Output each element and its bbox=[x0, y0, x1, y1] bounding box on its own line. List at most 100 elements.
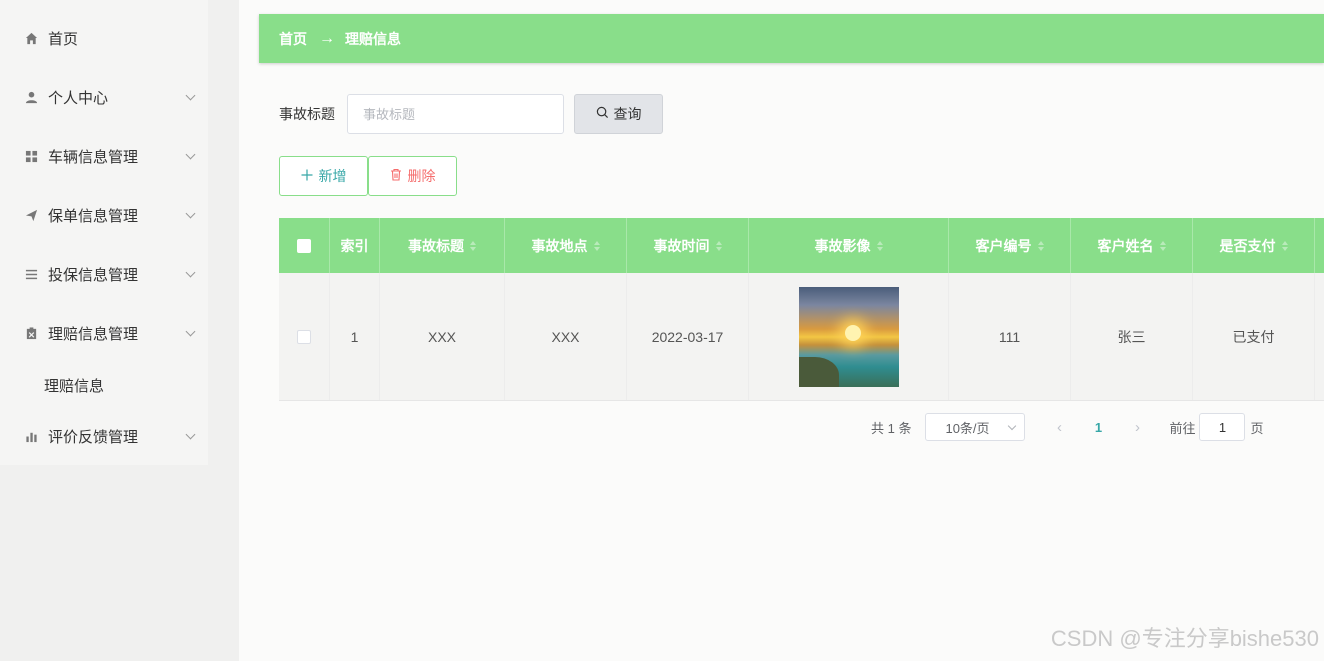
page-size-select[interactable]: 10条/页 bbox=[925, 413, 1026, 441]
sort-icon[interactable] bbox=[593, 240, 600, 251]
clipboard-icon bbox=[24, 327, 38, 341]
chevron-down-icon bbox=[185, 429, 196, 439]
add-button-label: 新增 bbox=[318, 168, 347, 184]
sidebar-item-label: 评价反馈管理 bbox=[48, 429, 139, 446]
chevron-down-icon bbox=[185, 326, 196, 336]
column-header-paid[interactable]: 是否支付 bbox=[1193, 218, 1315, 273]
search-icon bbox=[596, 106, 609, 122]
search-button[interactable]: 查询 bbox=[574, 94, 663, 134]
search-input[interactable] bbox=[347, 94, 564, 134]
sidebar-item-label: 理赔信息管理 bbox=[48, 326, 139, 343]
image-sun bbox=[844, 324, 861, 341]
column-header-location[interactable]: 事故地点 bbox=[505, 218, 627, 273]
pagination: 共 1 条 10条/页 ‹ 1 › 前往 页 bbox=[871, 413, 1264, 441]
image-rock bbox=[798, 356, 839, 387]
list-icon bbox=[24, 268, 38, 282]
bar-chart-icon bbox=[24, 430, 38, 444]
claims-table: 索引 事故标题 事故地点 事故时间 事故影像 客户编号 客户姓名 是否支付 1 … bbox=[279, 218, 1324, 401]
sidebar-item-label: 个人中心 bbox=[48, 90, 109, 107]
chevron-down-icon bbox=[185, 90, 196, 100]
table-row: 1 XXX XXX 2022-03-17 111 张三 已支付 bbox=[279, 273, 1324, 401]
column-header-label: 事故标题 bbox=[408, 237, 464, 254]
goto-page-input[interactable] bbox=[1199, 413, 1246, 441]
watermark: CSDN @专注分享bishe530 bbox=[1050, 626, 1319, 651]
column-header-title[interactable]: 事故标题 bbox=[380, 218, 505, 273]
breadcrumb: 首页 → 理赔信息 bbox=[259, 14, 1324, 63]
column-header-label: 是否支付 bbox=[1219, 237, 1276, 254]
column-header-label: 事故影像 bbox=[814, 237, 871, 254]
user-icon bbox=[24, 91, 38, 105]
column-header-customer-name[interactable]: 客户姓名 bbox=[1071, 218, 1193, 273]
cell-customer-name: 张三 bbox=[1071, 273, 1193, 400]
accident-image[interactable] bbox=[798, 286, 899, 387]
column-header-label: 索引 bbox=[340, 237, 369, 254]
cell-index: 1 bbox=[330, 273, 380, 400]
table-header: 索引 事故标题 事故地点 事故时间 事故影像 客户编号 客户姓名 是否支付 bbox=[279, 218, 1324, 273]
column-header-label: 客户姓名 bbox=[1097, 237, 1154, 254]
sidebar-subitem-claims-info[interactable]: 理赔信息 bbox=[0, 361, 208, 409]
goto-label: 前往 bbox=[1169, 420, 1196, 436]
send-icon bbox=[24, 209, 38, 223]
cell-extra bbox=[1315, 273, 1324, 400]
home-icon bbox=[24, 32, 38, 46]
cell-image bbox=[749, 273, 949, 400]
sidebar-subitem-label: 理赔信息 bbox=[44, 377, 105, 395]
pagination-total: 共 1 条 bbox=[871, 420, 912, 436]
delete-button-label: 删除 bbox=[407, 168, 436, 184]
sidebar-item-vehicle[interactable]: 车辆信息管理 bbox=[0, 127, 208, 186]
sidebar-item-home[interactable]: 首页 bbox=[0, 9, 208, 68]
sidebar-item-label: 投保信息管理 bbox=[48, 267, 139, 284]
sort-icon[interactable] bbox=[1159, 240, 1166, 251]
chevron-down-icon bbox=[185, 208, 196, 218]
chevron-down-icon bbox=[185, 149, 196, 159]
chevron-down-icon bbox=[1008, 421, 1017, 431]
sidebar-item-claims[interactable]: 理赔信息管理 bbox=[0, 304, 208, 363]
cell-customer-no: 111 bbox=[949, 273, 1071, 400]
chevron-down-icon bbox=[185, 267, 196, 277]
sort-icon[interactable] bbox=[876, 240, 883, 251]
search-label: 事故标题 bbox=[279, 106, 335, 122]
column-header-label: 事故地点 bbox=[531, 237, 588, 254]
next-page-icon[interactable]: › bbox=[1123, 413, 1151, 441]
breadcrumb-current: 理赔信息 bbox=[345, 30, 401, 47]
sidebar-item-label: 首页 bbox=[48, 31, 79, 48]
search-button-label: 查询 bbox=[613, 106, 642, 122]
cell-paid: 已支付 bbox=[1193, 273, 1315, 400]
column-header-image[interactable]: 事故影像 bbox=[749, 218, 949, 273]
column-header-label: 客户编号 bbox=[975, 237, 1032, 254]
grid-icon bbox=[24, 150, 38, 164]
sort-icon[interactable] bbox=[1037, 240, 1044, 251]
trash-icon bbox=[390, 168, 402, 184]
sidebar-item-insurance[interactable]: 投保信息管理 bbox=[0, 245, 208, 304]
sidebar-item-label: 保单信息管理 bbox=[48, 208, 139, 225]
cell-time: 2022-03-17 bbox=[627, 273, 749, 400]
cell-location: XXX bbox=[505, 273, 627, 400]
add-button[interactable]: 新增 bbox=[279, 156, 368, 196]
column-header-label: 事故时间 bbox=[653, 237, 710, 254]
sidebar: 首页 个人中心 车辆信息管理 保单信息管理 投保信息管理 理赔信息管理 理赔信息… bbox=[0, 0, 239, 661]
sort-icon[interactable] bbox=[715, 240, 722, 251]
row-select-cell bbox=[279, 273, 330, 400]
prev-page-icon[interactable]: ‹ bbox=[1045, 413, 1073, 441]
sidebar-item-policy[interactable]: 保单信息管理 bbox=[0, 186, 208, 245]
page-suffix: 页 bbox=[1250, 420, 1264, 436]
select-all-checkbox[interactable] bbox=[297, 238, 311, 253]
row-checkbox[interactable] bbox=[297, 329, 311, 344]
column-header-customer-no[interactable]: 客户编号 bbox=[949, 218, 1071, 273]
select-all-cell bbox=[279, 218, 330, 273]
sidebar-item-label: 车辆信息管理 bbox=[48, 149, 139, 166]
plus-icon bbox=[301, 168, 313, 184]
page-number[interactable]: 1 bbox=[1084, 413, 1112, 441]
column-header-time[interactable]: 事故时间 bbox=[627, 218, 749, 273]
column-header-extra bbox=[1315, 218, 1324, 273]
sidebar-menu: 首页 个人中心 车辆信息管理 保单信息管理 投保信息管理 理赔信息管理 理赔信息… bbox=[0, 0, 208, 465]
sidebar-item-personal-center[interactable]: 个人中心 bbox=[0, 68, 208, 127]
sort-icon[interactable] bbox=[470, 240, 476, 251]
sort-icon[interactable] bbox=[1281, 240, 1288, 251]
delete-button[interactable]: 删除 bbox=[368, 156, 457, 196]
column-header-index: 索引 bbox=[330, 218, 380, 273]
breadcrumb-home[interactable]: 首页 bbox=[279, 29, 307, 49]
breadcrumb-arrow-icon: → bbox=[319, 29, 335, 47]
sidebar-item-feedback[interactable]: 评价反馈管理 bbox=[0, 407, 208, 466]
cell-title: XXX bbox=[380, 273, 505, 400]
